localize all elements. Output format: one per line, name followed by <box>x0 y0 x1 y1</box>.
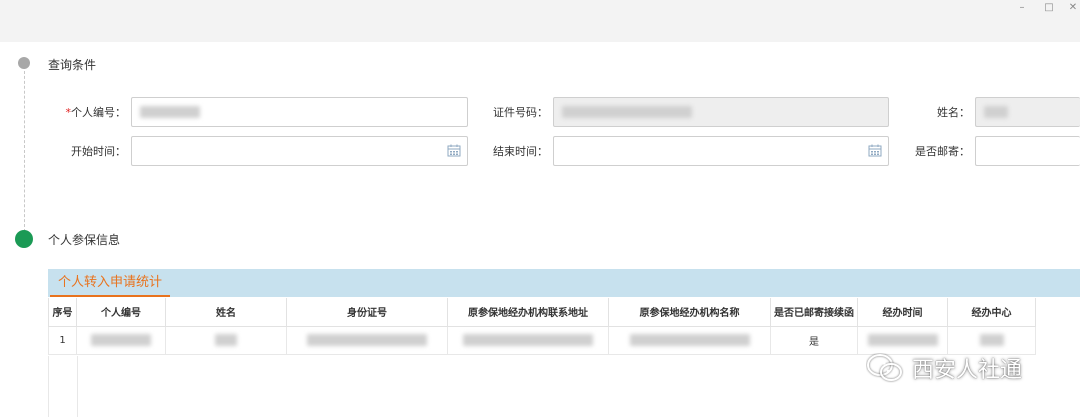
cell-personal-id <box>76 325 166 355</box>
data-grid: 序号 个人编号 姓名 身份证号 原参保地经办机构联系地址 原参保地经办机构名称 … <box>48 298 1080 355</box>
col-header-process-time[interactable]: 经办时间 <box>857 298 948 327</box>
start-time-input[interactable] <box>131 136 468 166</box>
timeline-connector <box>24 66 25 232</box>
cell-center <box>947 325 1036 355</box>
redacted-value <box>140 106 200 118</box>
cell-orig-agency-name <box>608 325 771 355</box>
name-label: 姓名： <box>937 106 970 119</box>
cell-seq: 1 <box>48 325 77 355</box>
redacted-value <box>562 106 692 118</box>
redacted-value <box>629 334 750 346</box>
tab-transfer-in-stats[interactable]: 个人转入申请统计 <box>50 269 171 297</box>
personal-id-input[interactable] <box>131 97 468 127</box>
tab-strip: 个人转入申请统计 <box>48 269 1080 297</box>
col-header-orig-agency-address[interactable]: 原参保地经办机构联系地址 <box>447 298 609 327</box>
cell-process-time <box>857 325 948 355</box>
watermark-text: 西安人社通 <box>912 358 1023 383</box>
table-row[interactable]: 1 是 <box>48 325 1036 355</box>
cell-id-card <box>286 325 448 355</box>
redacted-value <box>307 334 427 346</box>
cert-no-label: 证件号码： <box>493 106 548 119</box>
mailed-label: 是否邮寄： <box>915 145 970 158</box>
name-input <box>975 97 1080 127</box>
col-header-name[interactable]: 姓名 <box>165 298 287 327</box>
cert-no-input <box>553 97 889 127</box>
data-table: 序号 个人编号 姓名 身份证号 原参保地经办机构联系地址 原参保地经办机构名称 … <box>48 298 1036 355</box>
col-header-orig-agency-name[interactable]: 原参保地经办机构名称 <box>608 298 771 327</box>
end-time-label: 结束时间： <box>493 145 548 158</box>
table-header-row: 序号 个人编号 姓名 身份证号 原参保地经办机构联系地址 原参保地经办机构名称 … <box>48 298 1036 327</box>
redacted-value <box>867 334 938 346</box>
redacted-value <box>984 106 1008 118</box>
close-button[interactable]: ✕ <box>1065 2 1080 13</box>
info-section-title: 个人参保信息 <box>48 233 121 247</box>
redacted-value <box>979 334 1004 346</box>
wechat-icon <box>867 354 902 381</box>
redacted-value <box>463 334 593 346</box>
calendar-icon[interactable] <box>447 144 461 157</box>
col-header-mailed[interactable]: 是否已邮寄接续函 <box>770 298 858 327</box>
start-time-label: 开始时间： <box>71 145 126 158</box>
query-section-title: 查询条件 <box>48 58 97 72</box>
watermark: 西安人社通 <box>866 352 1022 384</box>
col-header-center[interactable]: 经办中心 <box>947 298 1036 327</box>
grid-body-left-border <box>48 356 78 417</box>
end-time-input[interactable] <box>553 136 889 166</box>
window-titlebar: – □ ✕ <box>0 0 1080 42</box>
col-header-personal-id[interactable]: 个人编号 <box>76 298 166 327</box>
cell-orig-agency-address <box>447 325 609 355</box>
redacted-value <box>91 334 151 346</box>
personal-id-label: *个人编号： <box>60 104 127 120</box>
cell-mailed: 是 <box>770 325 858 355</box>
maximize-button[interactable]: □ <box>1041 2 1057 13</box>
timeline-step-dot <box>18 57 30 69</box>
minimize-button[interactable]: – <box>1014 2 1030 13</box>
redacted-value <box>215 334 237 346</box>
col-header-id-card[interactable]: 身份证号 <box>286 298 448 327</box>
cell-name <box>165 325 287 355</box>
col-header-seq[interactable]: 序号 <box>48 298 77 327</box>
timeline-step-dot-active <box>15 230 33 248</box>
mailed-select[interactable] <box>975 136 1080 166</box>
calendar-icon[interactable] <box>868 144 882 157</box>
personal-id-label-text: 个人编号： <box>71 106 126 119</box>
